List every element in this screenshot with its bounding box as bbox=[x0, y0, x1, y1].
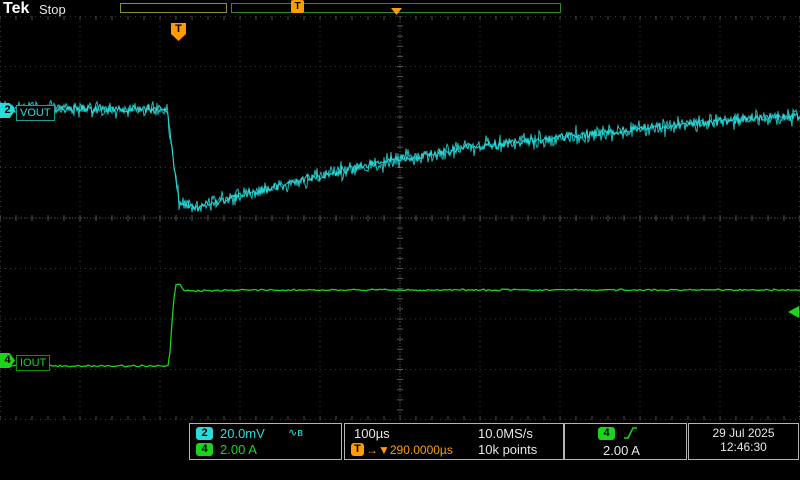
record-length: 10k points bbox=[478, 442, 538, 457]
ch2-coupling-bw-icon: ∿ʙ bbox=[288, 427, 304, 439]
ch2-scale: 20.0mV bbox=[220, 426, 265, 441]
ch4-badge: 4 bbox=[196, 443, 213, 456]
time: 12:46:30 bbox=[720, 440, 767, 454]
trigger-delay-value: →▼290.0000µs bbox=[366, 443, 453, 457]
sample-rate: 10.0MS/s bbox=[478, 426, 533, 441]
ch2-badge: 2 bbox=[196, 427, 213, 440]
ch4-label: IOUT bbox=[16, 355, 51, 371]
trigger-delay-badge: T bbox=[351, 443, 364, 456]
date: 29 Jul 2025 bbox=[712, 426, 775, 440]
ch2-label: VOUT bbox=[16, 105, 55, 121]
trigger-level: 2.00 A bbox=[603, 443, 640, 458]
ch4-scale: 2.00 A bbox=[220, 442, 257, 457]
datetime-box: 29 Jul 2025 12:46:30 bbox=[688, 423, 799, 460]
vertical-readout-box: 2 20.0mV ∿ʙ 4 2.00 A bbox=[189, 423, 342, 460]
trigger-source-badge: 4 bbox=[598, 427, 615, 440]
trigger-readout-box: 4 2.00 A bbox=[564, 423, 687, 460]
rising-edge-icon bbox=[623, 426, 638, 440]
oscilloscope-screen: Tek Stop T T 2 VOUT 4 IOUT 2 20.0mV ∿ʙ 4… bbox=[0, 0, 800, 480]
timebase-scale: 100µs bbox=[354, 426, 390, 441]
horizontal-readout-box: 100µs 10.0MS/s T →▼290.0000µs 10k points bbox=[344, 423, 564, 460]
waveform-traces bbox=[0, 99, 800, 368]
